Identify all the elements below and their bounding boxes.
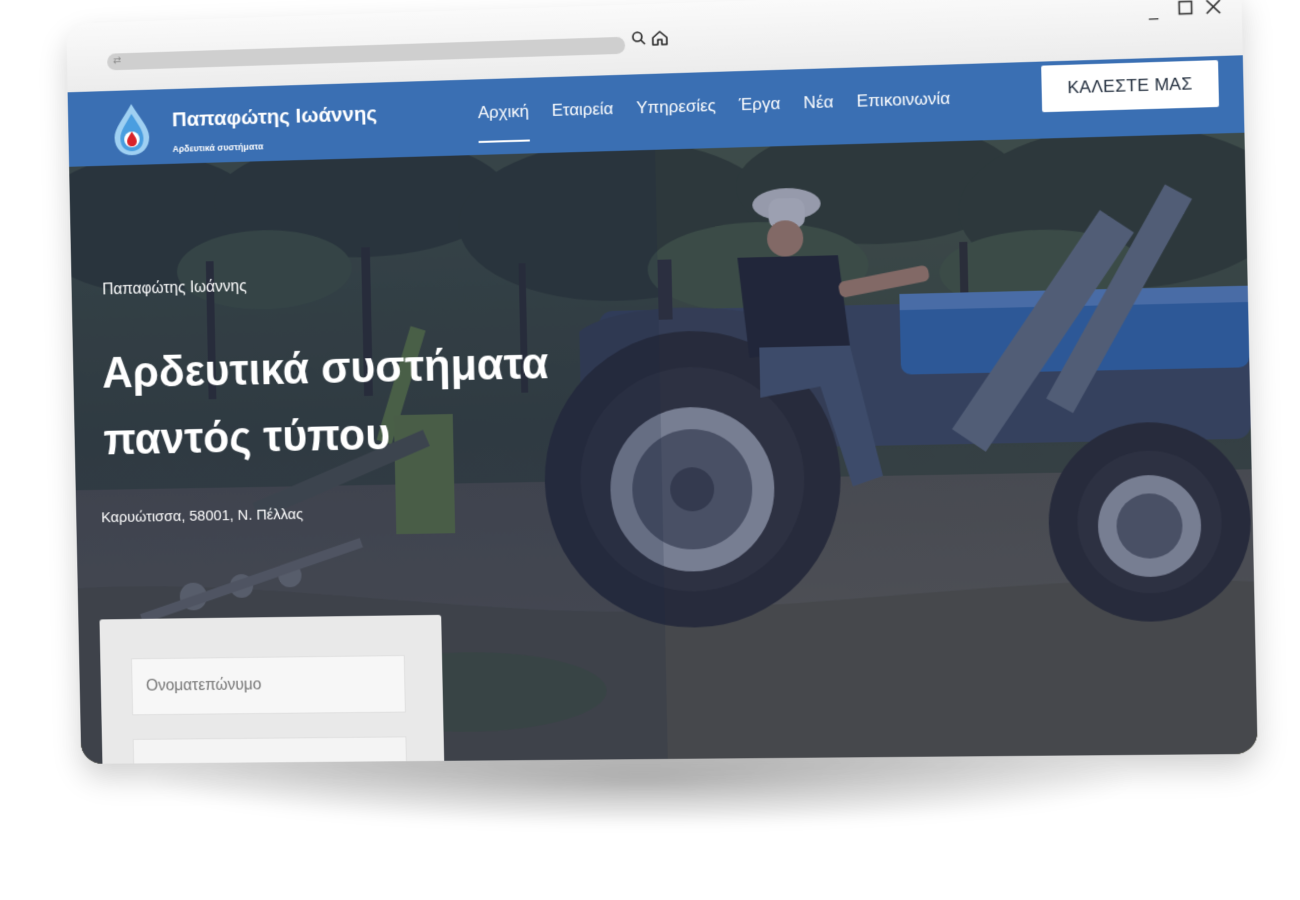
menu-item-home[interactable]: Αρχική — [478, 102, 529, 123]
search-icon[interactable] — [631, 30, 647, 52]
browser-stage: ⇄ _ Παπαφώτης Ιωάννης Αρδευτικά συστήματ… — [60, 0, 1258, 769]
site-info-icon[interactable]: ⇄ — [113, 55, 121, 66]
menu-item-contact[interactable]: Επικοινωνία — [856, 89, 950, 112]
water-drop-logo-icon[interactable] — [110, 101, 153, 157]
fullname-input[interactable] — [131, 655, 406, 716]
contact-form-card — [99, 614, 445, 764]
hero-title: Αρδευτικά συστήματα παντός τύπου — [101, 329, 611, 474]
browser-window: ⇄ _ Παπαφώτης Ιωάννης Αρδευτικά συστήματ… — [66, 0, 1258, 764]
maximize-icon[interactable] — [1177, 0, 1193, 21]
home-icon[interactable] — [651, 29, 669, 52]
hero-section: Παπαφώτης Ιωάννης Αρδευτικά συστήματα πα… — [69, 132, 1258, 764]
hero-address: Καρυώτισσα, 58001, Ν. Πέλλας — [101, 505, 304, 527]
menu-item-services[interactable]: Υπηρεσίες — [636, 96, 716, 118]
menu-item-news[interactable]: Νέα — [803, 92, 833, 113]
hero-title-line2: παντός τύπου — [103, 410, 391, 465]
close-icon[interactable] — [1205, 0, 1221, 20]
menu-item-company[interactable]: Εταιρεία — [551, 99, 613, 121]
main-menu: Αρχική Εταιρεία Υπηρεσίες Έργα Νέα Επικο… — [478, 89, 951, 123]
hero-kicker: Παπαφώτης Ιωάννης — [102, 278, 247, 299]
brand-subtitle: Αρδευτικά συστήματα — [172, 141, 264, 154]
hero-title-line1: Αρδευτικά συστήματα — [101, 339, 549, 398]
second-form-field[interactable] — [132, 736, 408, 764]
call-us-button[interactable]: ΚΑΛΕΣΤΕ ΜΑΣ — [1041, 60, 1220, 113]
address-bar[interactable]: ⇄ — [107, 36, 626, 71]
brand-title[interactable]: Παπαφώτης Ιωάννης — [172, 102, 378, 132]
menu-item-projects[interactable]: Έργα — [739, 94, 781, 115]
minimize-icon[interactable]: _ — [1149, 0, 1159, 21]
